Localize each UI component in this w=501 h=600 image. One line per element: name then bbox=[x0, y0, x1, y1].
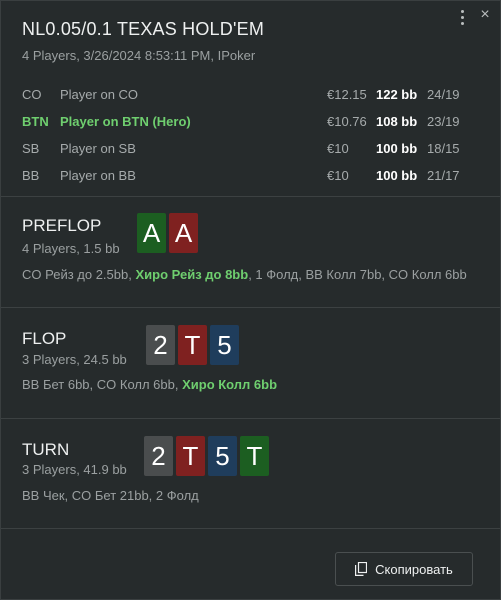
player-name: Player on CO bbox=[60, 87, 139, 102]
player-stack-bb: 108 bb bbox=[376, 114, 418, 129]
player-row: CO Player on CO €12.15 122 bb 24/19 bbox=[22, 81, 479, 108]
street-preflop: PREFLOP 4 Players, 1.5 bb A A CO Рейз до… bbox=[1, 197, 500, 308]
player-row: SB Player on SB €10 100 bb 18/15 bbox=[22, 135, 479, 162]
copy-button[interactable]: Скопировать bbox=[335, 552, 473, 586]
players-table: CO Player on CO €12.15 122 bb 24/19 BTN … bbox=[22, 81, 479, 189]
close-icon[interactable]: × bbox=[476, 5, 494, 25]
player-name: Player on BTN (Hero) bbox=[60, 114, 191, 129]
street-name: FLOP bbox=[22, 329, 67, 348]
action-text: BB Чек, CO Бет 21bb, 2 Фолд bbox=[22, 488, 199, 503]
hero-action-text: Хиро Колл 6bb bbox=[182, 377, 278, 392]
action-text: , 1 Фолд, BB Колл 7bb, CO Колл 6bb bbox=[248, 267, 467, 282]
player-stack-money: €12.15 bbox=[327, 87, 367, 102]
player-position: SB bbox=[22, 141, 40, 156]
playing-card: 5 bbox=[208, 436, 237, 476]
player-stack-bb: 100 bb bbox=[376, 168, 418, 183]
player-stack-money: €10.76 bbox=[327, 114, 367, 129]
street-cards: A A bbox=[137, 213, 198, 253]
action-text: BB Бет 6bb, CO Колл 6bb, bbox=[22, 377, 183, 392]
street-name: TURN bbox=[22, 440, 70, 459]
street-flop: FLOP 3 Players, 24.5 bb 2 T 5 BB Бет 6bb… bbox=[1, 308, 500, 419]
playing-card: A bbox=[169, 213, 198, 253]
player-stack-bb: 100 bb bbox=[376, 141, 418, 156]
playing-card: 2 bbox=[144, 436, 173, 476]
player-position: BTN bbox=[22, 114, 49, 129]
copy-button-label: Скопировать bbox=[375, 561, 453, 577]
hand-subtitle: 4 Players, 3/26/2024 8:53:11 PM, IPoker bbox=[22, 48, 256, 63]
player-stats: 24/19 bbox=[427, 87, 460, 102]
street-cards: 2 T 5 bbox=[146, 325, 239, 365]
playing-card: A bbox=[137, 213, 166, 253]
hero-action-text: Хиро Рейз до 8bb bbox=[135, 267, 249, 282]
street-actions: BB Чек, CO Бет 21bb, 2 Фолд bbox=[22, 488, 199, 503]
player-row: BTN Player on BTN (Hero) €10.76 108 bb 2… bbox=[22, 108, 479, 135]
street-pot-info: 4 Players, 1.5 bb bbox=[22, 241, 120, 256]
street-actions: CO Рейз до 2.5bb, Хиро Рейз до 8bb, 1 Фо… bbox=[22, 267, 467, 282]
playing-card: T bbox=[178, 325, 207, 365]
hand-title: NL0.05/0.1 TEXAS HOLD'EM bbox=[22, 19, 265, 39]
action-text: CO Рейз до 2.5bb, bbox=[22, 267, 136, 282]
player-stats: 18/15 bbox=[427, 141, 460, 156]
player-stats: 21/17 bbox=[427, 168, 460, 183]
hand-history-panel: NL0.05/0.1 TEXAS HOLD'EM 4 Players, 3/26… bbox=[0, 0, 501, 600]
playing-card: T bbox=[176, 436, 205, 476]
playing-card: T bbox=[240, 436, 269, 476]
player-stack-money: €10 bbox=[327, 168, 349, 183]
player-stack-money: €10 bbox=[327, 141, 349, 156]
street-cards: 2 T 5 T bbox=[144, 436, 269, 476]
street-actions: BB Бет 6bb, CO Колл 6bb, Хиро Колл 6bb bbox=[22, 377, 277, 392]
street-pot-info: 3 Players, 24.5 bb bbox=[22, 352, 127, 367]
player-name: Player on SB bbox=[60, 141, 136, 156]
street-turn: TURN 3 Players, 41.9 bb 2 T 5 T BB Чек, … bbox=[1, 419, 500, 529]
more-vert-icon[interactable] bbox=[454, 7, 470, 27]
player-stack-bb: 122 bb bbox=[376, 87, 418, 102]
hand-header: NL0.05/0.1 TEXAS HOLD'EM 4 Players, 3/26… bbox=[1, 1, 500, 197]
playing-card: 5 bbox=[210, 325, 239, 365]
player-row: BB Player on BB €10 100 bb 21/17 bbox=[22, 162, 479, 189]
player-position: BB bbox=[22, 168, 40, 183]
player-name: Player on BB bbox=[60, 168, 136, 183]
street-pot-info: 3 Players, 41.9 bb bbox=[22, 462, 127, 477]
copy-icon bbox=[355, 562, 368, 576]
street-name: PREFLOP bbox=[22, 216, 102, 235]
player-stats: 23/19 bbox=[427, 114, 460, 129]
player-position: CO bbox=[22, 87, 42, 102]
playing-card: 2 bbox=[146, 325, 175, 365]
